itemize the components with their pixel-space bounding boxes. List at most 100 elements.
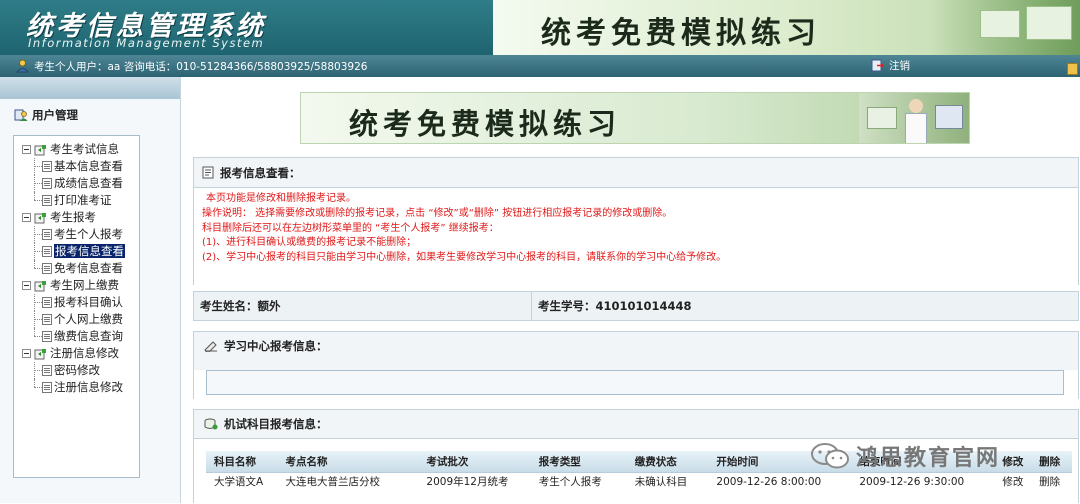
folder-icon (34, 142, 50, 156)
page-icon (42, 297, 52, 308)
study-center-header: 学习中心报考信息： (194, 332, 1078, 360)
col-subject: 科目名称 (206, 451, 278, 473)
tree-item[interactable]: 缴费信息查询 (14, 328, 139, 345)
student-info-bar: 考生姓名： 额外 考生学号： 410101014448 (193, 291, 1079, 321)
watermark: 鸿思教育官网 (810, 440, 1000, 472)
tree-group[interactable]: 考生考试信息 (14, 141, 139, 158)
tree-item-label: 考生个人报考 (54, 227, 123, 241)
notice-line: 操作说明： 选择需要修改或删除的报考记录，点击 “修改”或“删除” 按钮进行相应… (202, 207, 673, 219)
folder-icon (34, 278, 50, 292)
collapse-toggle-icon[interactable] (22, 145, 31, 154)
delete-link[interactable]: 删除 (1031, 472, 1072, 491)
collapse-toggle-icon[interactable] (22, 349, 31, 358)
sidebar-top-strip (0, 77, 180, 99)
tree-item-label: 报考信息查看 (54, 244, 125, 258)
notice-text: 本页功能是修改和删除报考记录。 操作说明： 选择需要修改或删除的报考记录，点击 … (194, 187, 1078, 285)
table-row: 大学语文A 大连电大普兰店分校 2009年12月统考 考生个人报考 未确认科目 … (206, 472, 1072, 491)
col-pay-status: 缴费状态 (626, 451, 709, 473)
folder-icon (34, 210, 50, 224)
sidebar: 用户管理 考生考试信息基本信息查看 成绩信息查看打印准考证 考生报考考生个人报考 报考… (0, 77, 181, 503)
student-name-cell: 考生姓名： 额外 (194, 292, 532, 320)
page-icon (42, 382, 52, 393)
main-banner: 统考免费模拟练习 (300, 92, 970, 144)
student-name-label: 考生姓名： (200, 299, 258, 313)
report-info-panel: 报考信息查看： 本页功能是修改和删除报考记录。 操作说明： 选择需要修改或删除的… (193, 157, 1079, 285)
page-icon (42, 314, 52, 325)
banner-decoration (930, 0, 1080, 55)
tree-group[interactable]: 考生报考 (14, 209, 139, 226)
app-subtitle: Information Management System (28, 36, 265, 50)
student-id-value: 410101014448 (595, 299, 692, 313)
page-icon (42, 195, 52, 206)
tree-item[interactable]: 免考信息查看 (14, 260, 139, 277)
lock-icon (1067, 63, 1078, 75)
user-icon (16, 59, 29, 73)
folder-icon (34, 346, 50, 360)
tree-item[interactable]: 报考信息查看 (14, 243, 139, 260)
collapse-toggle-icon[interactable] (22, 213, 31, 222)
col-type: 报考类型 (530, 451, 627, 473)
pen-icon (204, 341, 217, 352)
tree-group-label: 考生考试信息 (50, 142, 119, 156)
cell-pay-status: 未确认科目 (634, 476, 688, 489)
tree-item-label: 个人网上缴费 (54, 312, 123, 326)
page-icon (42, 229, 52, 240)
tree-item[interactable]: 打印准考证 (14, 192, 139, 209)
cell-end-time: 2009-12-26 9:30:00 (859, 475, 965, 488)
tree-group[interactable]: 考生网上缴费 (14, 277, 139, 294)
logout-label: 注销 (889, 60, 910, 72)
cell-batch: 2009年12月统考 (426, 476, 509, 489)
tree-item[interactable]: 报考科目确认 (14, 294, 139, 311)
tree-item[interactable]: 成绩信息查看 (14, 175, 139, 192)
col-exam-site: 考点名称 (277, 451, 419, 473)
document-icon (202, 166, 214, 179)
database-icon (204, 418, 218, 430)
sidebar-heading-label: 用户管理 (32, 108, 78, 122)
nav-tree: 考生考试信息基本信息查看 成绩信息查看打印准考证 考生报考考生个人报考 报考信息查看免… (13, 135, 140, 478)
user-bar: 考生个人用户：aa 咨询电话：010-51284366/58803925/588… (0, 55, 1080, 77)
banner-photo (859, 93, 969, 143)
tree-group-label: 考生报考 (50, 210, 96, 224)
tree-item-label: 缴费信息查询 (54, 329, 123, 343)
study-center-title: 学习中心报考信息： (224, 339, 328, 353)
tree-item-label: 报考科目确认 (54, 295, 123, 309)
wechat-icon (811, 443, 849, 469)
header-banner: 统考免费模拟练习 (493, 0, 1080, 55)
tree-group[interactable]: 注册信息修改 (14, 345, 139, 362)
sidebar-heading: 用户管理 (14, 107, 78, 123)
logout-icon (871, 59, 884, 72)
col-delete: 删除 (1031, 451, 1072, 473)
tree-item-label: 免考信息查看 (54, 261, 123, 275)
cell-start-time: 2009-12-26 8:00:00 (716, 475, 822, 488)
tree-item[interactable]: 考生个人报考 (14, 226, 139, 243)
notice-line: (1)、进行科目确认或缴费的报考记录不能删除； (202, 237, 417, 249)
exam-subject-header: 机试科目报考信息： (194, 410, 1078, 438)
user-manage-icon (14, 109, 28, 121)
report-info-title: 报考信息查看： (220, 165, 301, 180)
page-icon (42, 178, 52, 189)
logout-button[interactable]: 注销 (871, 58, 910, 73)
exam-subject-title: 机试科目报考信息： (224, 417, 328, 431)
report-info-header: 报考信息查看： (194, 158, 1078, 187)
tree-item[interactable]: 基本信息查看 (14, 158, 139, 175)
tree-group-label: 考生网上缴费 (50, 278, 119, 292)
study-center-records-box (206, 370, 1064, 395)
user-info-text: 考生个人用户：aa 咨询电话：010-51284366/58803925/588… (34, 61, 368, 73)
tree-item-label: 密码修改 (54, 363, 100, 377)
tree-item-label: 成绩信息查看 (54, 176, 123, 190)
collapse-toggle-icon[interactable] (22, 281, 31, 290)
header-banner-text: 统考免费模拟练习 (541, 16, 821, 51)
tree-item-label: 注册信息修改 (54, 380, 123, 394)
page-icon (42, 263, 52, 274)
tree-item[interactable]: 密码修改 (14, 362, 139, 379)
tree-item-label: 基本信息查看 (54, 159, 123, 173)
tree-item[interactable]: 注册信息修改 (14, 379, 139, 396)
page-icon (42, 365, 52, 376)
watermark-text: 鸿思教育官网 (856, 446, 1001, 471)
notice-line: 科目删除后还可以在左边树形菜单里的 “考生个人报考” 继续报考： (202, 222, 499, 234)
student-id-label: 考生学号： (538, 299, 596, 313)
tree-item[interactable]: 个人网上缴费 (14, 311, 139, 328)
student-name-value: 额外 (257, 299, 281, 313)
edit-link[interactable]: 修改 (994, 472, 1031, 491)
page-icon (42, 161, 52, 172)
